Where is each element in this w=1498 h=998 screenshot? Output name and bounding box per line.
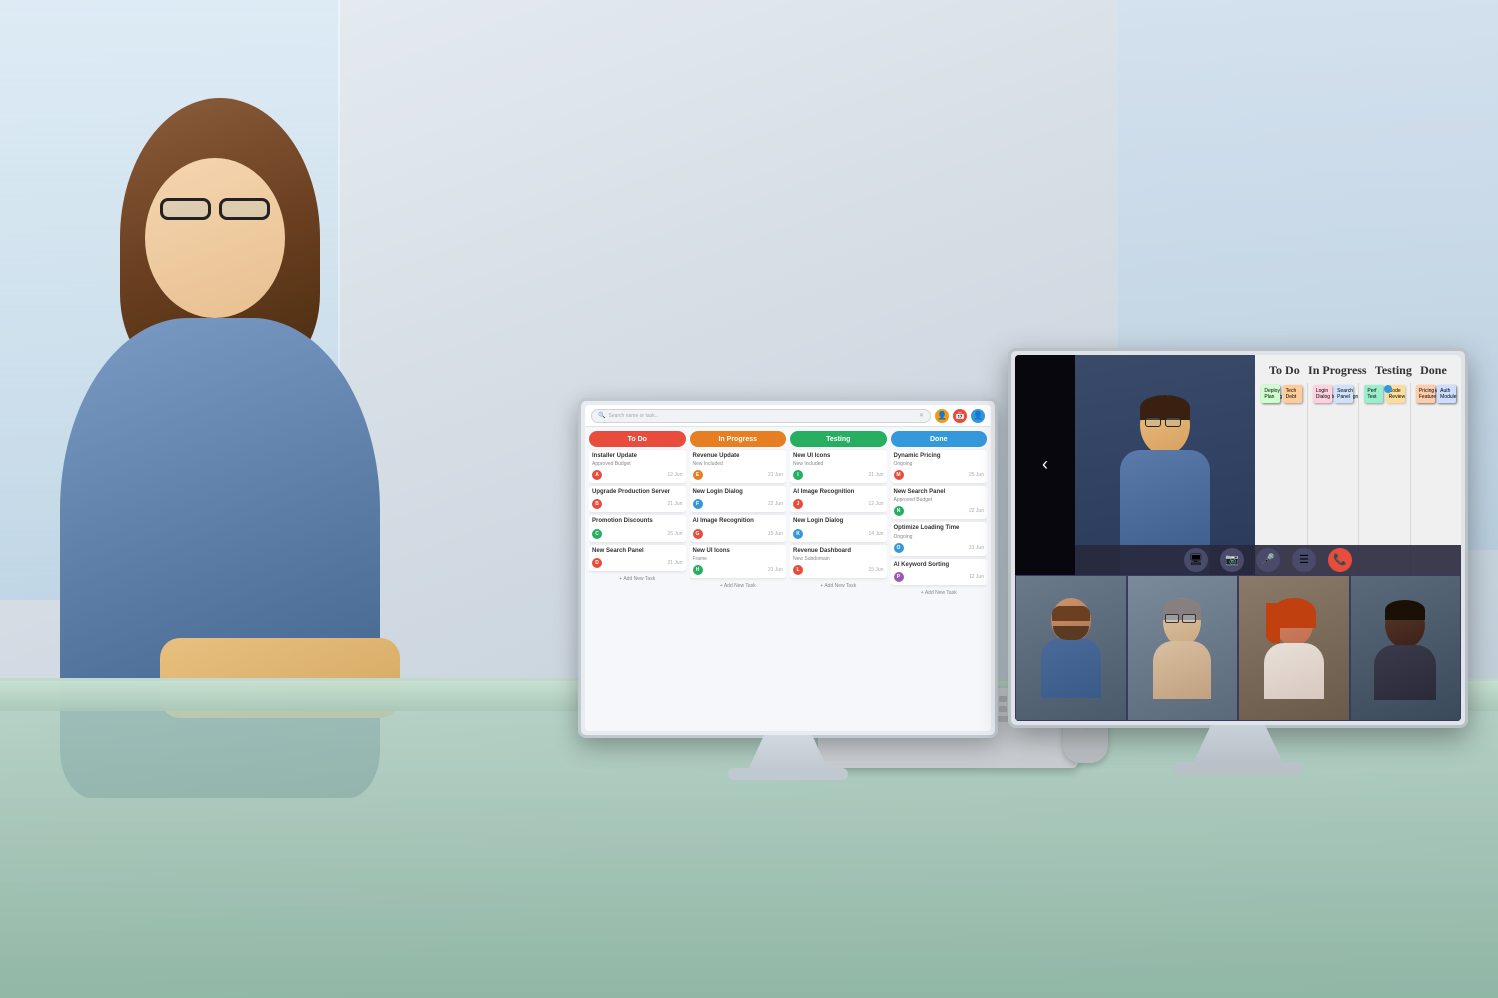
participant-2 bbox=[1127, 575, 1239, 721]
user-icon-1[interactable]: 👤 bbox=[935, 409, 949, 423]
card-avatar: O bbox=[894, 543, 904, 553]
card-avatar: K bbox=[793, 529, 803, 539]
mic-button[interactable]: 🎤 bbox=[1256, 548, 1280, 572]
menu-button[interactable]: ☰ bbox=[1292, 548, 1316, 572]
sticky-note: TechDebt bbox=[1283, 385, 1302, 403]
kanban-card[interactable]: Optimize Loading Time Ongoing O 21 Jun bbox=[891, 522, 988, 555]
whiteboard: To Do In Progress Testing Done SprintBac… bbox=[1255, 355, 1461, 575]
sticky-note: PerfTest bbox=[1364, 385, 1383, 403]
sticky-note: LoginDialog bbox=[1313, 385, 1332, 403]
monitor2-base bbox=[1173, 762, 1303, 775]
card-avatar: G bbox=[693, 529, 703, 539]
monitor2-stand bbox=[1193, 725, 1283, 763]
col-header-todo: To Do bbox=[589, 431, 686, 447]
presenter-video bbox=[1075, 355, 1255, 575]
card-avatar: P bbox=[894, 572, 904, 582]
marker-dot bbox=[1384, 385, 1392, 393]
calendar-icon[interactable]: 📅 bbox=[953, 409, 967, 423]
kanban-search[interactable]: 🔍 Search name or task... ✕ bbox=[591, 409, 931, 423]
video-controls-bar: 🖥 📷 🎤 ☰ 📞 bbox=[1075, 545, 1461, 575]
kanban-card[interactable]: New Search Panel D 21 Jun bbox=[589, 545, 686, 571]
sticky-note: DeployPlan bbox=[1261, 385, 1280, 403]
kanban-screen: 🔍 Search name or task... ✕ 👤 📅 👤 To Do I… bbox=[585, 405, 991, 731]
card-avatar: L bbox=[793, 565, 803, 575]
window-left bbox=[0, 0, 340, 600]
card-avatar: J bbox=[793, 499, 803, 509]
screen-share-button[interactable]: 🖥 bbox=[1184, 548, 1208, 572]
participant-4 bbox=[1350, 575, 1462, 721]
monitor2-video: ‹ › bbox=[1008, 348, 1468, 728]
card-avatar: A bbox=[592, 470, 602, 480]
sticky-note: AuthModule bbox=[1437, 385, 1456, 403]
add-task-in-progress[interactable]: + Add New Task bbox=[690, 581, 787, 591]
col-header-in-progress: In Progress bbox=[690, 431, 787, 447]
kanban-card[interactable]: Revenue Update New Included E 21 Jun bbox=[690, 450, 787, 483]
col-header-testing: Testing bbox=[790, 431, 887, 447]
kanban-card[interactable]: New Login Dialog K 14 Jun bbox=[790, 515, 887, 541]
kanban-card[interactable]: Promotion Discounts C 25 Jun bbox=[589, 515, 686, 541]
kanban-card[interactable]: AI Image Recognition G 15 Jun bbox=[690, 515, 787, 541]
sticky-note: PricingFeature bbox=[1416, 385, 1435, 403]
monitors-container: 🔍 Search name or task... ✕ 👤 📅 👤 To Do I… bbox=[578, 348, 1468, 738]
user-icon-2[interactable]: 👤 bbox=[971, 409, 985, 423]
participants-strip bbox=[1015, 575, 1461, 721]
add-task-testing[interactable]: + Add New Task bbox=[790, 581, 887, 591]
kanban-card[interactable]: New UI Icons Frame H 21 Jun bbox=[690, 545, 787, 578]
column-done: Done Dynamic Pricing Ongoing M 25 Jun Ne… bbox=[891, 431, 988, 727]
kanban-columns: To Do Installer Update Approved Budget A… bbox=[585, 427, 991, 731]
column-in-progress: In Progress Revenue Update New Included … bbox=[690, 431, 787, 727]
kanban-card[interactable]: Revenue Dashboard New Subdomain L 15 Jun bbox=[790, 545, 887, 578]
card-avatar: I bbox=[793, 470, 803, 480]
camera-button[interactable]: 📷 bbox=[1220, 548, 1244, 572]
card-avatar: M bbox=[894, 470, 904, 480]
whiteboard-headers: To Do In Progress Testing Done bbox=[1255, 355, 1461, 382]
card-avatar: D bbox=[592, 558, 602, 568]
kanban-card[interactable]: AI Image Recognition J 12 Jun bbox=[790, 486, 887, 512]
column-todo: To Do Installer Update Approved Budget A… bbox=[589, 431, 686, 727]
monitor1-kanban: 🔍 Search name or task... ✕ 👤 📅 👤 To Do I… bbox=[578, 398, 998, 738]
nav-left[interactable]: ‹ bbox=[1015, 355, 1075, 575]
card-avatar: N bbox=[894, 506, 904, 516]
add-task-done[interactable]: + Add New Task bbox=[891, 588, 988, 598]
card-avatar: H bbox=[693, 565, 703, 575]
add-task-todo[interactable]: + Add New Task bbox=[589, 574, 686, 584]
video-screen: ‹ › bbox=[1015, 355, 1461, 721]
monitor1-base bbox=[728, 768, 848, 780]
kanban-card[interactable]: New Search Panel Approved Budget N 22 Ju… bbox=[891, 486, 988, 519]
col-header-done: Done bbox=[891, 431, 988, 447]
participant-1 bbox=[1015, 575, 1127, 721]
card-avatar: E bbox=[693, 470, 703, 480]
card-avatar: F bbox=[693, 499, 703, 509]
kanban-card[interactable]: Dynamic Pricing Ongoing M 25 Jun bbox=[891, 450, 988, 483]
kanban-card[interactable]: Upgrade Production Server B 21 Jun bbox=[589, 486, 686, 512]
kanban-card[interactable]: New Login Dialog F 22 Jun bbox=[690, 486, 787, 512]
column-testing: Testing New UI Icons New Included I 21 J… bbox=[790, 431, 887, 727]
kanban-card[interactable]: New UI Icons New Included I 21 Jun bbox=[790, 450, 887, 483]
sticky-note: SearchPanel bbox=[1334, 385, 1353, 403]
kanban-toolbar: 🔍 Search name or task... ✕ 👤 📅 👤 bbox=[585, 405, 991, 427]
card-avatar: B bbox=[592, 499, 602, 509]
card-avatar: C bbox=[592, 529, 602, 539]
kanban-card[interactable]: AI Keyword Sorting P 12 Jun bbox=[891, 559, 988, 585]
video-main: To Do In Progress Testing Done SprintBac… bbox=[1075, 355, 1461, 575]
participant-3 bbox=[1238, 575, 1350, 721]
kanban-card[interactable]: Installer Update Approved Budget A 12 Ju… bbox=[589, 450, 686, 483]
end-call-button[interactable]: 📞 bbox=[1328, 548, 1352, 572]
